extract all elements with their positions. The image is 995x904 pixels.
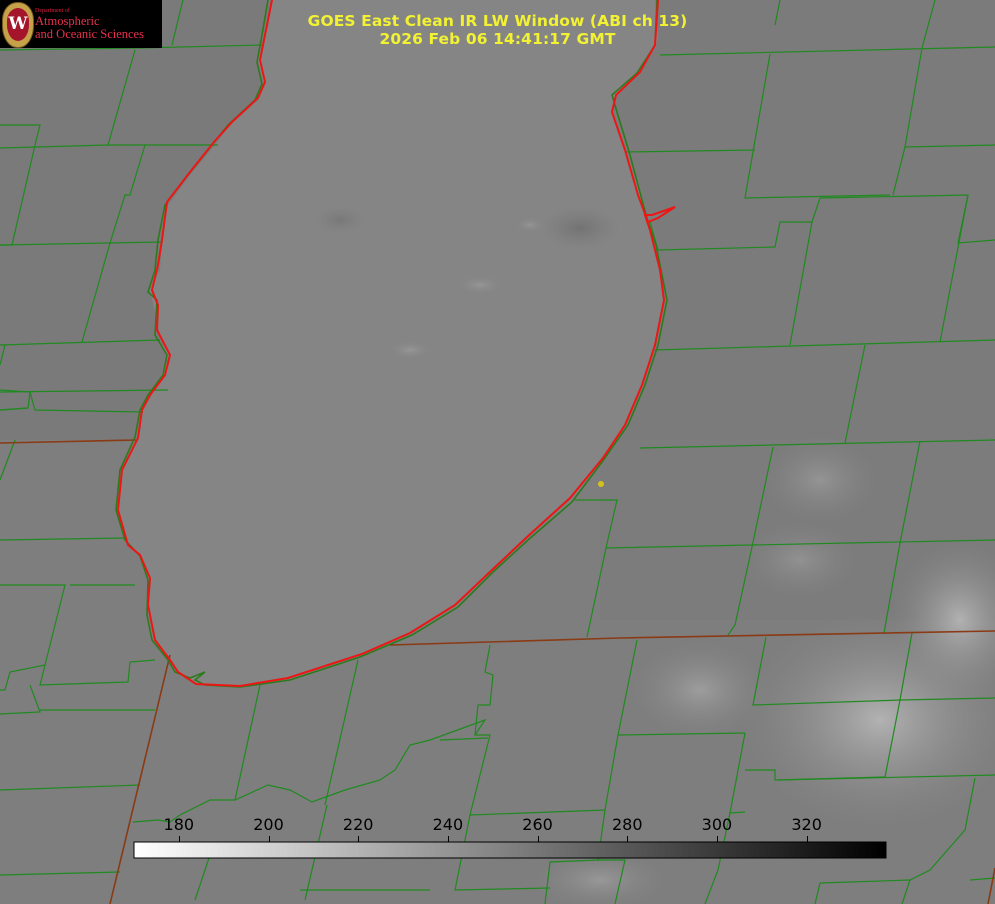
- satellite-map: [0, 0, 995, 904]
- colorbar-tick-mark: [627, 836, 629, 842]
- colorbar-tick-label: 240: [432, 815, 464, 834]
- colorbar-tick-label: 280: [611, 815, 643, 834]
- colorbar-gradient: [133, 841, 887, 859]
- satellite-image-viewer: W Department of Atmospheric and Oceanic …: [0, 0, 995, 904]
- image-title: GOES East Clean IR LW Window (ABI ch 13): [307, 12, 688, 30]
- cloud-patch: [760, 435, 880, 525]
- colorbar-tick-mark: [806, 836, 808, 842]
- colorbar-tick-mark: [716, 836, 718, 842]
- colorbar-tick-mark: [537, 836, 539, 842]
- colorbar-tick-label: 300: [701, 815, 733, 834]
- cloud-patch: [630, 640, 770, 740]
- colorbar-tick-mark: [358, 836, 360, 842]
- colorbar-tick-label: 320: [791, 815, 822, 834]
- colorbar-tick-label: 180: [163, 815, 195, 834]
- location-dot-icon: [598, 481, 604, 487]
- colorbar-tick-mark: [447, 836, 449, 842]
- colorbar-tick-label: 200: [253, 815, 284, 834]
- colorbar-tick-label: 260: [522, 815, 553, 834]
- cloud-patch: [740, 520, 860, 600]
- colorbar-tick-mark: [268, 836, 270, 842]
- image-timestamp: 2026 Feb 06 14:41:17 GMT: [379, 30, 616, 48]
- colorbar-tick-mark: [178, 836, 180, 842]
- colorbar-tick-label: 220: [342, 815, 374, 834]
